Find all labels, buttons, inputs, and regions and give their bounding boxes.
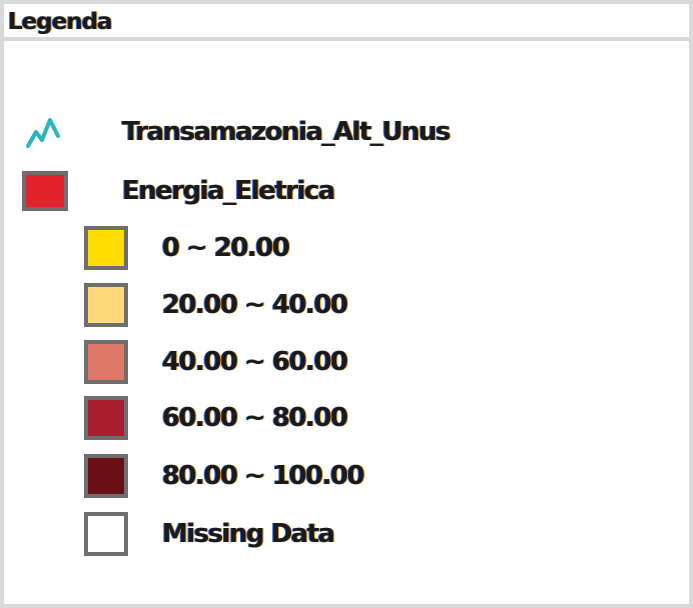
color-swatch [84, 454, 128, 498]
legend-class-3[interactable]: 60.00 ~ 80.00 [84, 396, 348, 440]
color-swatch [84, 396, 128, 440]
class-label: 20.00 ~ 40.00 [162, 290, 348, 320]
legend-title: Legenda [8, 9, 113, 35]
legend-class-2[interactable]: 40.00 ~ 60.00 [84, 340, 348, 384]
legend-panel: Legenda Transamazonia_Alt_Unus Energia_E… [0, 0, 693, 608]
class-label: 40.00 ~ 60.00 [162, 347, 348, 377]
class-label: 60.00 ~ 80.00 [162, 403, 348, 433]
class-label: 0 ~ 20.00 [162, 233, 290, 263]
legend-layer-energia-eletrica[interactable]: Energia_Eletrica [22, 169, 336, 213]
color-swatch [84, 512, 128, 556]
legend-class-missing[interactable]: Missing Data [84, 512, 335, 556]
legend-layer-transamazonia[interactable]: Transamazonia_Alt_Unus [22, 110, 451, 154]
polygon-layer-icon [22, 171, 68, 211]
line-layer-icon [22, 110, 66, 154]
legend-class-0[interactable]: 0 ~ 20.00 [84, 226, 290, 270]
class-label: Missing Data [162, 519, 335, 549]
legend-class-1[interactable]: 20.00 ~ 40.00 [84, 283, 348, 327]
legend-header: Legenda [4, 4, 689, 41]
class-label: 80.00 ~ 100.00 [162, 461, 365, 491]
layer-label: Transamazonia_Alt_Unus [122, 117, 451, 147]
color-swatch [84, 283, 128, 327]
layer-label: Energia_Eletrica [122, 176, 336, 206]
color-swatch [84, 340, 128, 384]
legend-class-4[interactable]: 80.00 ~ 100.00 [84, 454, 365, 498]
color-swatch [84, 226, 128, 270]
